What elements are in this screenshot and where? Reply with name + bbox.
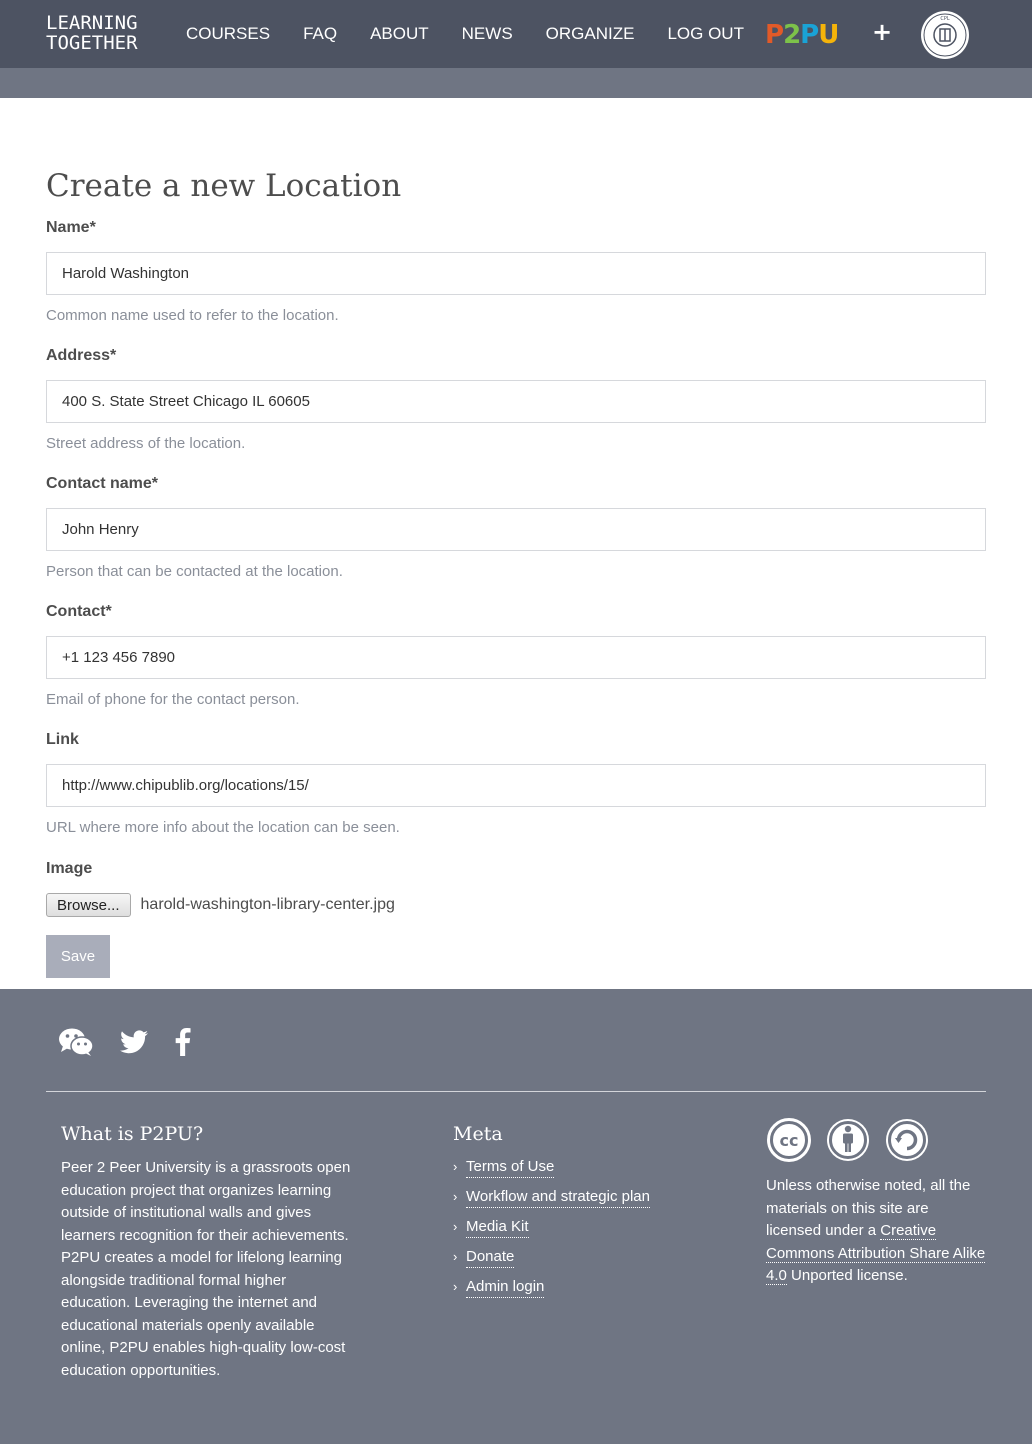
p2pu-logo-letter: P	[765, 20, 784, 50]
chevron-right-icon: ›	[453, 1219, 458, 1234]
terms-of-use-link[interactable]: Terms of Use	[466, 1157, 555, 1178]
license-section: cc Unless otherwise noted, all the mater…	[766, 1117, 986, 1288]
brand-line2: TOGETHER	[46, 32, 138, 54]
chevron-right-icon: ›	[453, 1159, 458, 1174]
donate-link[interactable]: Donate	[466, 1247, 515, 1268]
contact-name-help-text: Person that can be contacted at the loca…	[46, 563, 343, 580]
plus-icon: +	[872, 18, 893, 46]
name-label: Name*	[46, 219, 96, 236]
social-links	[58, 1027, 218, 1057]
about-section: What is P2PU? Peer 2 Peer University is …	[61, 1123, 351, 1382]
save-button[interactable]: Save	[46, 935, 110, 978]
chevron-right-icon: ›	[453, 1249, 458, 1264]
address-input[interactable]: 400 S. State Street Chicago IL 60605	[46, 380, 986, 423]
name-field-group: Name* Harold Washington Common name used…	[46, 219, 986, 324]
meta-link-item: › Donate	[453, 1247, 713, 1277]
creative-commons-icon: cc	[767, 1118, 811, 1162]
link-field-group: Link http://www.chipublib.org/locations/…	[46, 731, 986, 836]
cc-license-icons: cc	[766, 1117, 986, 1163]
nav-organize[interactable]: ORGANIZE	[546, 24, 635, 44]
license-text-before: Unless otherwise noted, all the material…	[766, 1177, 971, 1239]
p2pu-logo-letter: P	[800, 20, 819, 50]
meta-link-item: › Workflow and strategic plan	[453, 1187, 713, 1217]
facebook-icon[interactable]	[174, 1028, 192, 1056]
address-label: Address*	[46, 347, 117, 364]
contact-field-group: Contact* +1 123 456 7890 Email of phone …	[46, 603, 986, 708]
link-input[interactable]: http://www.chipublib.org/locations/15/	[46, 764, 986, 807]
brand-line1: LEARNING	[46, 12, 138, 34]
main-nav: COURSES FAQ ABOUT NEWS ORGANIZE LOG OUT	[186, 0, 777, 68]
p2pu-logo-letter: U	[818, 20, 839, 50]
meta-links: › Terms of Use › Workflow and strategic pl…	[453, 1157, 713, 1307]
link-help-text: URL where more info about the location c…	[46, 819, 400, 836]
svg-text:cc: cc	[780, 1131, 799, 1150]
name-help-text: Common name used to refer to the locatio…	[46, 307, 339, 324]
top-navbar: LEARNING TOGETHER COURSES FAQ ABOUT NEWS…	[0, 0, 1032, 68]
footer-divider	[46, 1091, 986, 1092]
license-text: Unless otherwise noted, all the material…	[766, 1175, 986, 1288]
site-footer: What is P2PU? Peer 2 Peer University is …	[0, 989, 1032, 1444]
contact-input[interactable]: +1 123 456 7890	[46, 636, 986, 679]
name-input[interactable]: Harold Washington	[46, 252, 986, 295]
p2pu-logo[interactable]: P2PU	[765, 20, 839, 50]
contact-name-input[interactable]: John Henry	[46, 508, 986, 551]
twitter-icon[interactable]	[120, 1030, 148, 1054]
image-label: Image	[46, 860, 93, 877]
link-label: Link	[46, 731, 79, 748]
nav-news[interactable]: NEWS	[462, 24, 513, 44]
wechat-icon[interactable]	[58, 1027, 94, 1057]
file-upload: Browse... harold-washington-library-cent…	[46, 893, 395, 917]
about-text: Peer 2 Peer University is a grassroots o…	[61, 1159, 351, 1379]
chevron-right-icon: ›	[453, 1189, 458, 1204]
media-kit-link[interactable]: Media Kit	[466, 1217, 529, 1238]
meta-link-item: › Terms of Use	[453, 1157, 713, 1187]
meta-link-item: › Admin login	[453, 1277, 713, 1307]
meta-section: Meta › Terms of Use › Workflow and strateg…	[453, 1123, 713, 1307]
svg-text:CPL: CPL	[940, 16, 950, 22]
address-field-group: Address* 400 S. State Street Chicago IL …	[46, 347, 986, 452]
address-help-text: Street address of the location.	[46, 435, 246, 452]
license-text-after: Unported license.	[786, 1267, 908, 1284]
attribution-icon	[827, 1119, 869, 1161]
nav-log-out[interactable]: LOG OUT	[667, 24, 744, 44]
meta-title: Meta	[453, 1123, 503, 1145]
learning-together-logo[interactable]: LEARNING TOGETHER	[46, 13, 158, 53]
page-title: Create a new Location	[46, 168, 402, 204]
image-field-group: Image Browse... harold-washington-librar…	[46, 860, 395, 917]
selected-file-name: harold-washington-library-center.jpg	[140, 896, 395, 913]
contact-name-field-group: Contact name* John Henry Person that can…	[46, 475, 986, 580]
nav-about[interactable]: ABOUT	[370, 24, 429, 44]
p2pu-logo-letter: 2	[783, 20, 801, 50]
chicago-public-library-logo[interactable]: CPL	[920, 10, 970, 60]
contact-name-label: Contact name*	[46, 475, 159, 492]
meta-link-item: › Media Kit	[453, 1217, 713, 1247]
about-title: What is P2PU?	[61, 1123, 204, 1145]
nav-faq[interactable]: FAQ	[303, 24, 337, 44]
workflow-plan-link[interactable]: Workflow and strategic plan	[466, 1187, 650, 1208]
contact-help-text: Email of phone for the contact person.	[46, 691, 300, 708]
nav-courses[interactable]: COURSES	[186, 24, 270, 44]
admin-login-link[interactable]: Admin login	[466, 1277, 545, 1298]
chevron-right-icon: ›	[453, 1279, 458, 1294]
contact-label: Contact*	[46, 603, 112, 620]
share-alike-icon	[886, 1119, 928, 1161]
browse-button[interactable]: Browse...	[46, 893, 131, 917]
sub-header-bar	[0, 68, 1032, 98]
